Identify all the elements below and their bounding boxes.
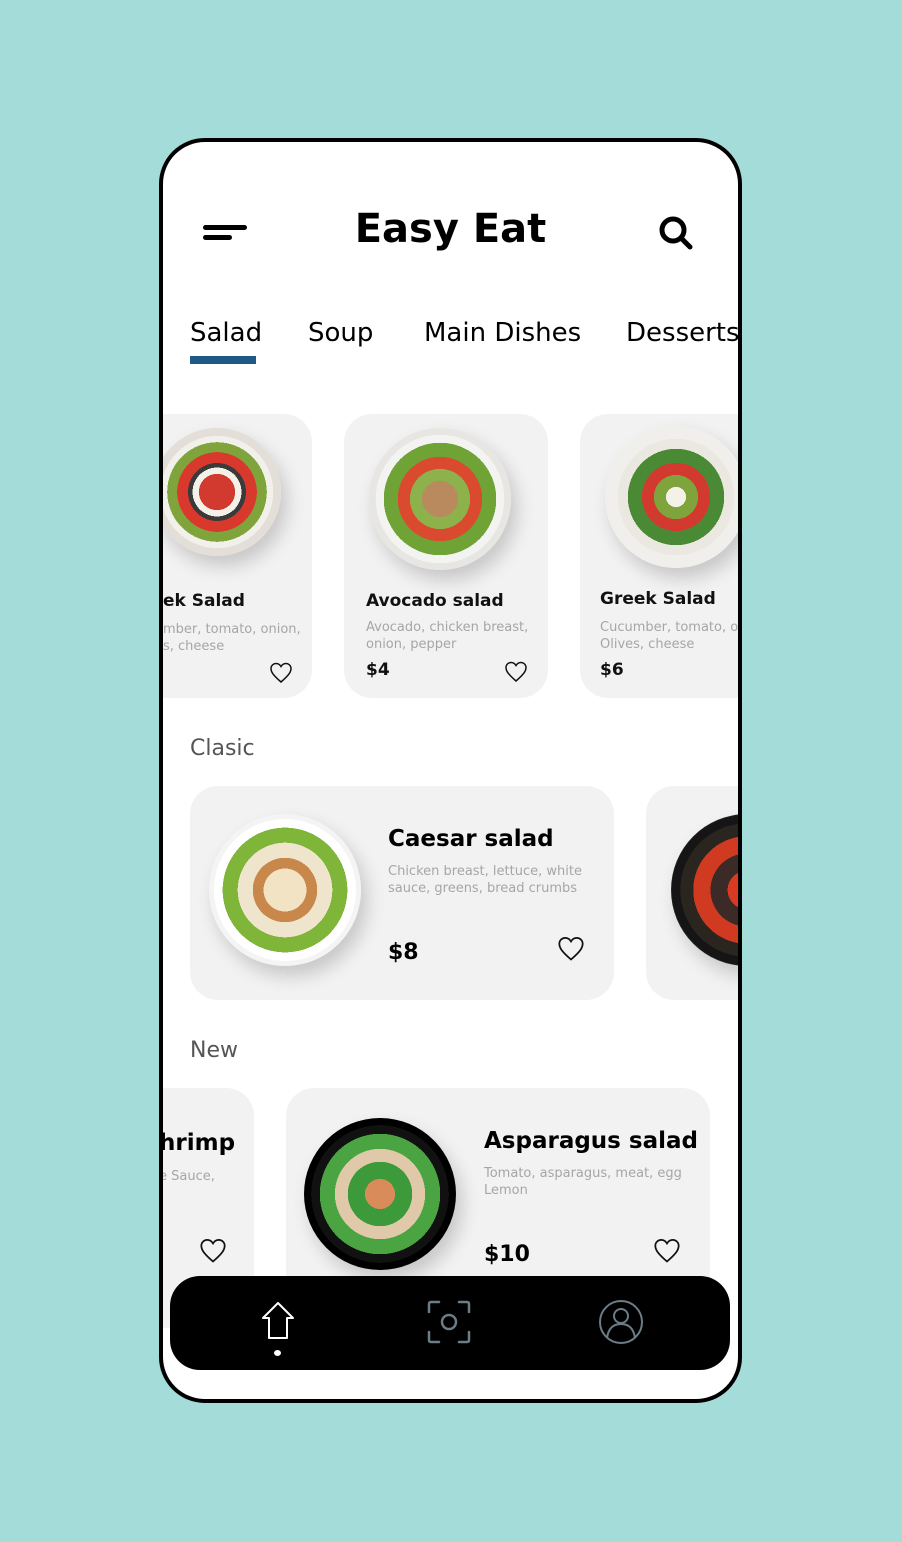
home-icon[interactable] [254,1298,302,1346]
card-title: Avocado salad [366,591,504,611]
featured-card-greek[interactable]: Greek Salad Cucumber, tomato, onion, Oli… [580,414,738,698]
screen: Easy Eat Salad Soup Main Dishes Desserts… [163,142,738,1399]
item-desc: Lemon [484,1183,528,1198]
avocado-salad-image [369,428,511,570]
favorite-heart-icon[interactable] [269,662,293,684]
active-tab-indicator [190,356,256,364]
greek-salad-image [605,426,738,568]
item-desc: Tomato, asparagus, meat, egg [484,1166,682,1181]
card-desc: mber, tomato, onion, [163,622,301,637]
featured-card-avocado[interactable]: Avocado salad Avocado, chicken breast, o… [344,414,548,698]
item-title: hrimp [163,1130,236,1156]
caesar-salad-card[interactable]: Caesar salad Chicken breast, lettuce, wh… [190,786,614,1000]
favorite-heart-icon[interactable] [557,936,585,962]
card-desc: Olives, cheese [600,637,695,652]
phone-frame: Easy Eat Salad Soup Main Dishes Desserts… [159,138,742,1403]
card-title: Greek Salad [600,589,716,609]
item-desc: sauce, greens, bread crumbs [388,881,578,896]
item-title: Caesar salad [388,826,554,852]
item-desc: Chicken breast, lettuce, white [388,864,582,879]
favorite-heart-icon[interactable] [653,1238,681,1264]
card-desc: onion, pepper [366,637,457,652]
item-desc: e Sauce, [163,1169,215,1184]
scan-icon[interactable] [425,1298,473,1346]
card-price: $4 [366,660,390,680]
profile-icon[interactable] [597,1298,645,1346]
item-title: Asparagus salad [484,1128,698,1154]
search-icon[interactable] [657,214,695,252]
greek-salad-image [163,428,281,556]
card-title: ek Salad [163,591,245,611]
salad-image [671,814,738,966]
asparagus-salad-image [304,1118,456,1270]
page-title: Easy Eat [354,206,547,252]
tab-main-dishes[interactable]: Main Dishes [424,318,581,348]
favorite-heart-icon[interactable] [199,1238,227,1264]
section-title-new: New [190,1038,238,1063]
tab-desserts[interactable]: Desserts [626,318,738,348]
caesar-salad-image [209,814,361,966]
card-desc: s, cheese [163,639,225,654]
active-indicator-dot [274,1350,281,1356]
tab-soup[interactable]: Soup [308,318,373,348]
clasic-partial-card[interactable] [646,786,738,1000]
section-title-clasic: Clasic [190,736,255,761]
favorite-heart-icon[interactable] [504,661,528,683]
card-price: $6 [600,660,624,680]
bottom-nav [170,1276,730,1370]
tab-salad[interactable]: Salad [190,318,262,348]
item-price: $8 [388,940,419,965]
card-desc: Cucumber, tomato, onion, [600,620,738,635]
featured-card[interactable] [163,414,312,698]
card-desc: Avocado, chicken breast, [366,620,529,635]
item-price: $10 [484,1242,530,1267]
